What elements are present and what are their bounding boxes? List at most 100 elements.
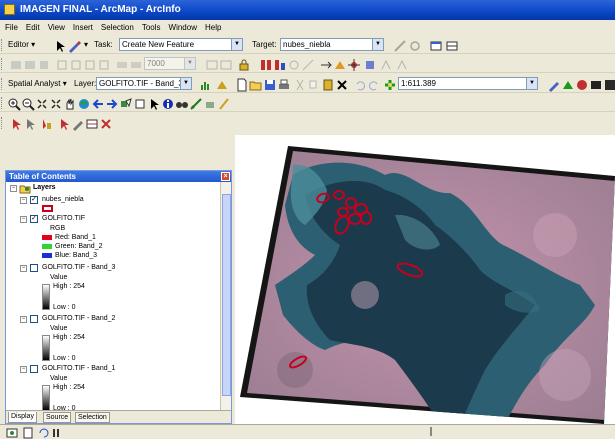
georef-tool-12-icon[interactable] [286, 57, 300, 71]
select-features-icon[interactable] [118, 96, 132, 110]
nubes-symbol[interactable] [42, 205, 53, 212]
tab-selection[interactable]: Selection [75, 412, 110, 423]
band1-visibility-checkbox[interactable] [30, 365, 38, 373]
nubes-collapse-icon[interactable]: − [20, 197, 27, 204]
menu-view[interactable]: View [48, 23, 65, 32]
map-scale-combo[interactable]: 1:611.389 ▼ [398, 77, 538, 90]
arctoolbox-icon[interactable] [560, 77, 574, 91]
new-document-icon[interactable] [234, 77, 248, 92]
delete-icon[interactable] [334, 77, 348, 91]
georef-tool-1-icon[interactable] [8, 57, 22, 71]
save-icon[interactable] [262, 77, 276, 91]
spatial-analyst-menu[interactable]: Spatial Analyst ▾ [8, 79, 67, 88]
adjust-tool-2-icon[interactable] [22, 116, 36, 130]
pan-icon[interactable] [62, 96, 76, 110]
horizontal-scroll-marker[interactable] [430, 427, 432, 436]
open-folder-icon[interactable] [248, 77, 262, 91]
georef-tool-11-icon[interactable] [218, 57, 232, 71]
adjust-tool-6-icon[interactable] [84, 116, 98, 130]
georef-tool-9-icon[interactable] [128, 57, 142, 71]
pencil-icon[interactable] [216, 96, 230, 110]
back-extent-icon[interactable] [90, 96, 104, 110]
georef-tool-14-icon[interactable] [318, 57, 332, 71]
georef-tool-5-icon[interactable] [68, 57, 82, 71]
forward-extent-icon[interactable] [104, 96, 118, 110]
menu-help[interactable]: Help [205, 23, 221, 32]
menu-insert[interactable]: Insert [73, 23, 93, 32]
toc-scrollbar[interactable] [220, 182, 231, 412]
tab-source[interactable]: Source [43, 412, 72, 423]
sketch-tool-icon[interactable] [66, 38, 81, 53]
georef-red-tool-2-icon[interactable] [272, 57, 286, 71]
cut-icon[interactable] [292, 77, 306, 91]
georef-tool-15-icon[interactable] [332, 57, 346, 71]
band3-visibility-checkbox[interactable] [30, 264, 38, 272]
georef-tool-19-icon[interactable] [394, 57, 408, 71]
histogram-icon[interactable] [198, 77, 212, 91]
sketch-properties-table-icon[interactable] [444, 38, 458, 52]
adjust-tool-1-icon[interactable] [8, 116, 22, 130]
georef-tool-6-icon[interactable] [82, 57, 96, 71]
georef-tool-10-icon[interactable] [204, 57, 218, 71]
band2-visibility-checkbox[interactable] [30, 315, 38, 323]
layer-nubes-niebla[interactable]: nubes_niebla [42, 196, 84, 203]
band1-collapse-icon[interactable]: − [20, 366, 27, 373]
edit-tool-icon[interactable] [52, 38, 66, 52]
zoom-in-icon[interactable] [6, 96, 21, 111]
adjust-tool-3-icon[interactable] [38, 116, 52, 130]
fixed-zoom-in-icon[interactable] [34, 96, 48, 110]
lock-icon[interactable] [236, 57, 250, 71]
editor-menu[interactable]: Editor ▾ [8, 40, 35, 49]
fixed-zoom-out-icon[interactable] [48, 96, 62, 110]
copy-icon[interactable] [306, 77, 320, 91]
find-icon[interactable] [174, 96, 188, 110]
menu-window[interactable]: Window [169, 23, 197, 32]
golfito-collapse-icon[interactable]: − [20, 216, 27, 223]
rotate-icon[interactable] [407, 38, 421, 52]
print-icon[interactable] [276, 77, 290, 91]
attributes-icon[interactable] [428, 38, 442, 52]
georef-tool-17-icon[interactable] [362, 57, 376, 71]
target-combo[interactable]: nubes_niebla ▼ [280, 38, 384, 51]
toc-scrollbar-thumb[interactable] [222, 194, 231, 396]
layers-collapse-icon[interactable]: − [10, 185, 17, 192]
georef-red-tool-1-icon[interactable] [258, 57, 272, 71]
nubes-visibility-checkbox[interactable]: ✓ [30, 196, 38, 204]
menu-selection[interactable]: Selection [101, 23, 134, 32]
paste-icon[interactable] [320, 77, 334, 91]
menu-tools[interactable]: Tools [142, 23, 161, 32]
georef-tool-18-icon[interactable] [378, 57, 392, 71]
map-display[interactable] [235, 135, 615, 424]
layer-band-1[interactable]: GOLFITO.TIF - Band_1 [42, 365, 115, 372]
georef-tool-13-icon[interactable] [300, 57, 314, 71]
data-view-icon[interactable] [4, 425, 18, 439]
georef-tool-16-icon[interactable] [346, 57, 360, 71]
measure-icon[interactable] [188, 96, 202, 110]
georef-tool-2-icon[interactable] [22, 57, 36, 71]
undo-icon[interactable] [352, 77, 366, 91]
layer-golfito-tif[interactable]: GOLFITO.TIF [42, 215, 85, 222]
tab-display[interactable]: Display [8, 412, 37, 423]
task-combo[interactable]: Create New Feature ▼ [119, 38, 243, 51]
georef-tool-8-icon[interactable] [114, 57, 128, 71]
redo-icon[interactable] [366, 77, 380, 91]
toc-close-icon[interactable]: × [221, 172, 230, 181]
overflow-icon[interactable] [602, 77, 615, 91]
band2-collapse-icon[interactable]: − [20, 316, 27, 323]
editor-toolbar-toggle-icon[interactable] [546, 77, 560, 92]
menu-file[interactable]: File [5, 23, 18, 32]
sketch-properties-icon[interactable] [392, 38, 406, 52]
command-line-icon[interactable] [588, 77, 602, 91]
pause-drawing-icon[interactable] [48, 425, 62, 439]
adjust-tool-5-icon[interactable] [70, 116, 84, 131]
adjust-tool-4-icon[interactable] [56, 116, 70, 130]
layer-band-3[interactable]: GOLFITO.TIF - Band_3 [42, 264, 115, 271]
layout-view-icon[interactable] [20, 425, 34, 439]
adjust-tool-7-icon[interactable] [98, 116, 112, 130]
georef-tool-4-icon[interactable] [54, 57, 68, 71]
layer-band-2[interactable]: GOLFITO.TIF - Band_2 [42, 315, 115, 322]
contour-icon[interactable] [214, 77, 228, 91]
menu-edit[interactable]: Edit [26, 23, 40, 32]
select-elements-icon[interactable] [146, 96, 160, 110]
hyperlink-icon[interactable] [202, 96, 216, 110]
